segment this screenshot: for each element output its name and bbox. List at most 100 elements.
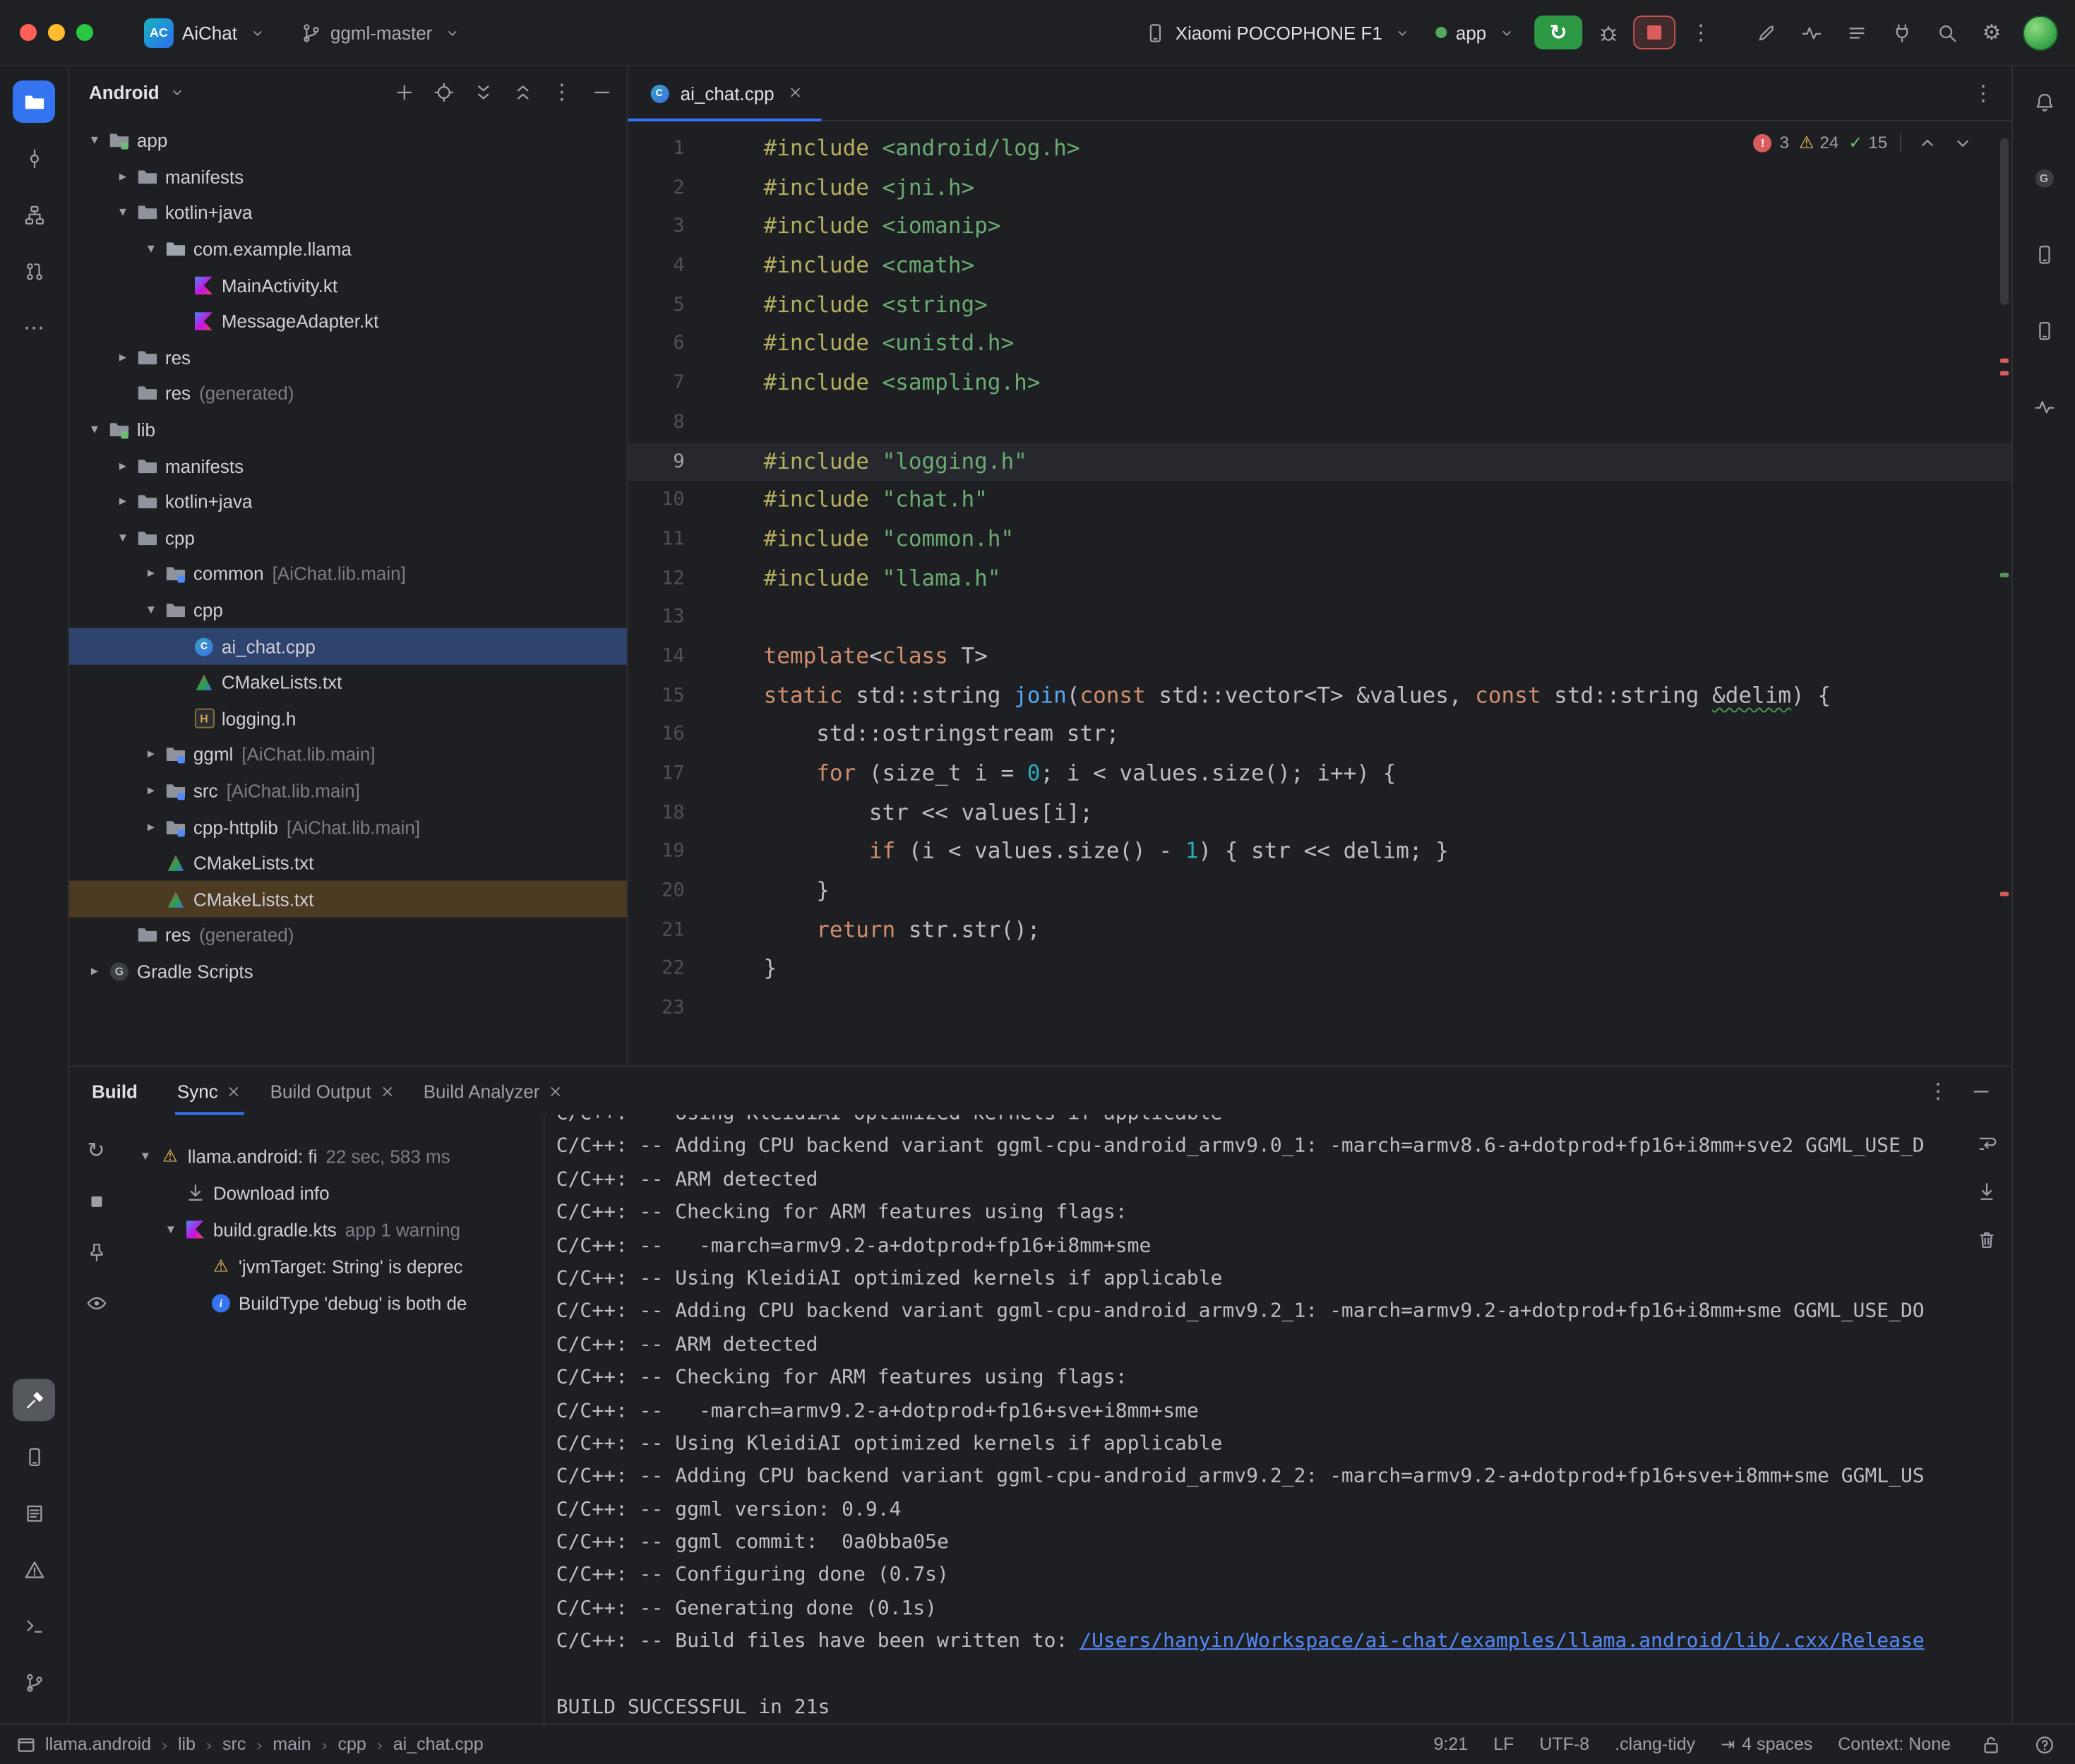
code-line[interactable]: 11#include "common.h" [628,520,2011,559]
tree-chevron-icon[interactable]: ▸ [140,784,162,799]
context-widget[interactable]: Context: None [1838,1734,1951,1754]
commit-button[interactable] [13,137,55,179]
clear-console-button[interactable] [1969,1222,2003,1256]
project-tree-item[interactable]: CMakeLists.txt [69,882,627,918]
code-line[interactable]: 13 [628,599,2011,637]
code-line[interactable]: 3#include <iomanip> [628,208,2011,247]
line-number[interactable]: 21 [628,911,693,950]
rerun-sync-button[interactable]: ↻ [78,1132,114,1168]
tree-chevron-icon[interactable]: ▾ [112,530,134,546]
tab-close-button[interactable] [784,81,807,104]
project-tree-item[interactable]: CMakeLists.txt [69,664,627,700]
build-tree-item[interactable]: iBuildType 'debug' is both de [123,1284,544,1321]
code-line[interactable]: 6#include <unistd.h> [628,325,2011,364]
code-line[interactable]: 22} [628,950,2011,989]
error-stripe-mark[interactable] [2000,371,2009,376]
code-line[interactable]: 19 if (i < values.size() - 1) { str << d… [628,833,2011,872]
notifications-button[interactable] [2023,80,2065,123]
code-line[interactable]: 8 [628,403,2011,442]
app-quality-insights-button[interactable] [2023,385,2065,428]
soft-wrap-button[interactable] [1969,1126,2003,1160]
ai-assistant-button[interactable] [1746,13,1786,52]
line-number[interactable]: 14 [628,638,693,677]
build-tab-build-output[interactable]: Build Output [256,1067,409,1115]
tree-chevron-icon[interactable]: ▸ [140,567,162,582]
project-tree-item[interactable]: MessageAdapter.kt [69,304,627,340]
build-tab-build-analyzer[interactable]: Build Analyzer [409,1067,578,1115]
build-tree-item[interactable]: Download info [123,1174,544,1211]
inspections-widget[interactable]: !3 ⚠24 ✓15 [1752,130,1975,155]
close-icon[interactable] [380,1083,395,1098]
code-line[interactable]: 2#include <jni.h> [628,169,2011,208]
project-tree-item[interactable]: ▸src[AiChat.lib.main] [69,773,627,809]
change-stripe-mark[interactable] [2000,573,2009,577]
line-number[interactable]: 7 [628,364,693,403]
code-line[interactable]: 20 } [628,872,2011,911]
prev-problem-button[interactable] [1914,130,1939,155]
project-tree-item[interactable]: CMakeLists.txt [69,845,627,881]
project-options-button[interactable]: ⋮ [545,75,579,109]
error-count[interactable]: !3 [1752,131,1789,154]
close-icon[interactable] [227,1083,242,1098]
line-number[interactable]: 5 [628,286,693,325]
code-line[interactable]: 17 for (size_t i = 0; i < values.size();… [628,755,2011,794]
code-editor[interactable]: 1#include <android/log.h>2#include <jni.… [628,121,2011,1066]
line-number[interactable]: 16 [628,716,693,755]
error-stripe-mark[interactable] [2000,359,2009,363]
project-tree-item[interactable]: ▸res [69,340,627,376]
line-number[interactable]: 11 [628,520,693,559]
logcat-button[interactable] [13,1492,55,1534]
project-button[interactable] [13,80,55,123]
project-tree-item[interactable]: ▾app [69,123,627,159]
inspect-button[interactable] [78,1284,114,1321]
line-number[interactable]: 8 [628,403,693,442]
breadcrumb-item[interactable]: cpp [337,1734,366,1754]
build-tree-item[interactable]: ⚠'jvmTarget: String' is deprec [123,1247,544,1284]
line-number[interactable]: 6 [628,325,693,364]
line-number[interactable]: 12 [628,560,693,599]
line-number[interactable]: 20 [628,872,693,911]
hide-panel-button[interactable] [585,75,618,109]
code-line[interactable]: 14template<class T> [628,638,2011,677]
tree-chevron-icon[interactable]: ▸ [112,458,134,474]
tree-chevron-icon[interactable]: ▾ [140,241,162,257]
project-view-selector[interactable]: Android [89,80,189,103]
profiler-button[interactable] [1791,13,1831,52]
structure-button[interactable] [13,193,55,236]
code-line[interactable]: 4#include <cmath> [628,247,2011,286]
code-line[interactable]: 9#include "logging.h" [628,443,2011,481]
code-line[interactable]: 12#include "llama.h" [628,560,2011,599]
line-number[interactable]: 2 [628,169,693,208]
add-button[interactable] [387,75,421,109]
next-problem-button[interactable] [1949,130,1975,155]
build-tree-item[interactable]: ▾⚠llama.android: fi22 sec, 583 ms [123,1137,544,1174]
line-ending-widget[interactable]: LF [1493,1734,1514,1754]
line-number[interactable]: 3 [628,208,693,247]
code-line[interactable]: 18 str << values[i]; [628,794,2011,833]
project-tree-item[interactable]: res(generated) [69,918,627,954]
editor-tab-ai-chat-cpp[interactable]: C ai_chat.cpp [628,66,821,120]
run-config-selector[interactable]: app [1425,11,1529,54]
build-tab-sync[interactable]: Sync [163,1067,256,1115]
scrollbar-thumb[interactable] [2000,138,2009,305]
error-stripe-mark[interactable] [2000,892,2009,896]
stop-button[interactable] [1633,16,1675,49]
project-tree-item[interactable]: ▾lib [69,412,627,448]
breadcrumb-item[interactable]: lib [178,1734,196,1754]
caret-position-widget[interactable]: 9:21 [1434,1734,1469,1754]
version-control-button[interactable] [13,1661,55,1703]
build-options-button[interactable]: ⋮ [1918,1071,1958,1110]
tree-chevron-icon[interactable]: ▾ [83,422,106,438]
stop-sync-button[interactable] [78,1182,114,1219]
line-number[interactable]: 22 [628,950,693,989]
code-line[interactable]: 23 [628,990,2011,1028]
terminal-button[interactable] [13,1604,55,1647]
project-tree-item[interactable]: ▾cpp [69,520,627,556]
project-tree-item[interactable]: Cai_chat.cpp [69,628,627,664]
breadcrumb-item[interactable]: llama.android [45,1734,151,1754]
line-number[interactable]: 1 [628,130,693,169]
tree-chevron-icon[interactable]: ▾ [160,1221,182,1237]
collapse-all-button[interactable] [506,75,539,109]
line-number[interactable]: 18 [628,794,693,833]
project-tree-item[interactable]: ▾kotlin+java [69,195,627,231]
